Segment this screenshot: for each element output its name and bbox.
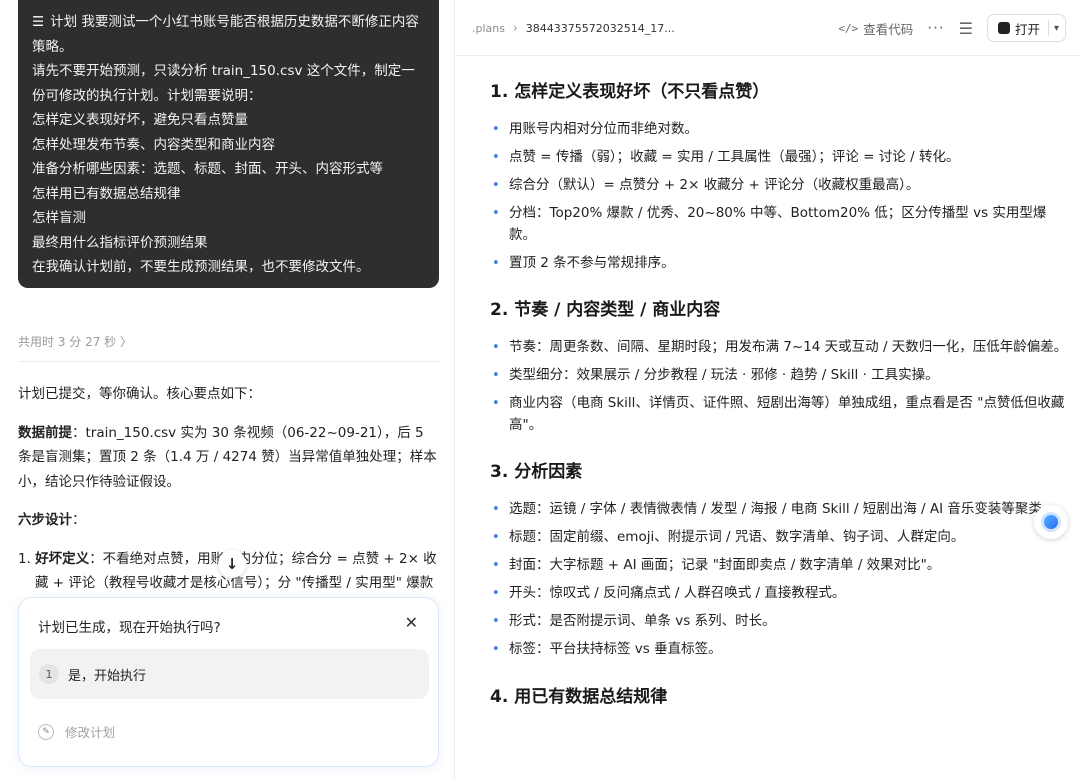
prompt-line: ☰ 计划 我要测试一个小红书账号能否根据历史数据不断修正内容策略。 — [32, 14, 419, 55]
option-label: 修改计划 — [65, 725, 116, 740]
app-icon — [997, 22, 1010, 34]
divider — [18, 361, 439, 362]
option-label: 是，开始执行 — [68, 668, 147, 684]
list-item: • 商业内容（电商 Skill、详情页、证件照、短剧出海等）单独成组，重点看是否 … — [492, 395, 1065, 433]
prompt-line: 最终用什么指标评价预测结果 — [32, 234, 208, 251]
prompt-line: 怎样处理发布节奏、内容类型和商业内容 — [32, 136, 275, 153]
list-item: • 置顶 2 条不参与常规排序。 — [492, 254, 675, 271]
modify-plan-option[interactable]: ✎ 修改计划 — [38, 722, 115, 741]
list-item: • 点赞 = 传播（弱）；收藏 = 实用 / 工具属性（最强）；评论 = 讨论 /… — [492, 149, 960, 165]
prompt-line: 怎样盲测 — [32, 210, 86, 226]
section-heading: 2. 节奏 / 内容类型 / 商业内容 — [490, 300, 721, 320]
list-item: • 节奏：周更条数、间隔、星期时段；用发布满 7~14 天或互动 / 天数归一化，… — [492, 339, 1068, 355]
user-prompt-bubble: ☰ 计划 我要测试一个小红书账号能否根据历史数据不断修正内容策略。 请先不要开始预… — [18, 0, 439, 288]
prompt-line: 份可修改的执行计划。计划需要说明： — [32, 87, 262, 104]
view-code-button[interactable]: </> 查看代码 — [838, 19, 913, 38]
section-heading: 4. 用已有数据总结规律 — [490, 686, 668, 707]
option-number: 1 — [39, 664, 59, 684]
prompt-line: 准备分析哪些因素：选题、标题、封面、开头、内容形式等 — [32, 161, 383, 177]
list-icon: ☰ — [32, 14, 45, 30]
breadcrumb-file[interactable]: 38443375572032514_17... — [526, 22, 675, 35]
more-options-button[interactable]: ··· — [927, 19, 944, 37]
pencil-icon: ✎ — [38, 723, 54, 740]
elapsed-time-toggle[interactable]: 共用时 3 分 27 秒 〉 — [18, 333, 132, 350]
list-item: • 类型细分：效果展示 / 分步教程 / 玩法 · 邪修 · 趋势 / Skill… — [492, 367, 939, 383]
arrow-down-icon: ↓ — [225, 555, 239, 573]
list-item: • 标签：平台扶持标签 vs 垂直标签。 — [492, 641, 722, 657]
breadcrumb-folder[interactable]: .plans — [472, 22, 505, 35]
section-heading: 1. 怎样定义表现好坏（不只看点赞） — [490, 82, 770, 102]
divider — [1047, 20, 1049, 36]
bullet-list: • 节奏：周更条数、间隔、星期时段；用发布满 7~14 天或互动 / 天数归一化，… — [490, 337, 1070, 436]
list-item: • 用账号内相对分位而非绝对数。 — [492, 121, 698, 137]
list-item: • 封面：大字标题 + AI 画面；记录 "封面即卖点 / 数字清单 / 效果对比… — [492, 557, 941, 573]
list-item: • 开头：惊叹式 / 反问痛点式 / 人群召唤式 / 直接教程式。 — [492, 585, 846, 601]
section-heading: 3. 分析因素 — [490, 462, 583, 482]
toolbar-actions: </> 查看代码 ··· ☰ 打开 ▾ — [838, 14, 1066, 42]
assistant-orb-icon — [1041, 512, 1061, 532]
code-icon: </> — [838, 21, 859, 35]
outline-icon[interactable]: ☰ — [959, 19, 973, 38]
start-execution-option[interactable]: 1 是，开始执行 — [30, 649, 429, 699]
breadcrumb: .plans › 38443375572032514_17... — [472, 21, 675, 35]
plan-confirm-card: 计划已生成，现在开始执行吗? ✕ 1 是，开始执行 ✎ 修改计划 — [18, 597, 439, 767]
bullet-list: • 用账号内相对分位而非绝对数。 • 点赞 = 传播（弱）；收藏 = 实用 / 工具… — [490, 119, 1070, 274]
list-item: • 分档：Top20% 爆款 / 优秀、20~80% 中等、Bottom20% 低… — [492, 205, 1047, 243]
list-item: • 形式：是否附提示词、单条 vs 系列、时长。 — [492, 613, 776, 629]
bullet-list: • 选题：运镜 / 字体 / 表情微表情 / 发型 / 海报 / 电商 Skill… — [490, 499, 1070, 661]
list-item: • 选题：运镜 / 字体 / 表情微表情 / 发型 / 海报 / 电商 Skill… — [492, 501, 1056, 517]
data-premise: 数据前提：train_150.csv 实为 30 条视频（06-22~09-21… — [18, 424, 437, 490]
document-pane: .plans › 38443375572032514_17... </> 查看代… — [456, 0, 1080, 780]
open-button[interactable]: 打开 ▾ — [986, 14, 1066, 42]
list-item: • 标题：固定前缀、emoji、附提示词 / 咒语、数字清单、钩子词、人群定向。 — [492, 529, 965, 545]
list-item: • 综合分（默认）= 点赞分 + 2× 收藏分 + 评论分（收藏权重最高）。 — [492, 177, 920, 193]
scroll-down-button[interactable]: ↓ — [218, 550, 246, 578]
document-toolbar: .plans › 38443375572032514_17... </> 查看代… — [456, 0, 1080, 56]
plan-document: 1. 怎样定义表现好坏（不只看点赞） • 用账号内相对分位而非绝对数。 • 点赞 =… — [490, 78, 1070, 724]
chevron-down-icon[interactable]: ▾ — [1054, 23, 1059, 34]
six-steps-heading: 六步设计： — [18, 512, 86, 528]
close-icon[interactable]: ✕ — [405, 613, 418, 632]
reply-intro: 计划已提交，等你确认。核心要点如下： — [18, 386, 261, 402]
chat-pane: ☰ 计划 我要测试一个小红书账号能否根据历史数据不断修正内容策略。 请先不要开始预… — [0, 0, 455, 780]
assistant-float-button[interactable] — [1034, 505, 1068, 539]
prompt-line: 在我确认计划前，不要生成预测结果，也不要修改文件。 — [32, 259, 370, 275]
chevron-right-icon: › — [512, 21, 518, 35]
confirm-question: 计划已生成，现在开始执行吗? — [38, 620, 221, 636]
prompt-line: 请先不要开始预测，只读分析 train_150.csv 这个文件，制定一 — [32, 63, 415, 79]
prompt-line: 怎样用已有数据总结规律 — [32, 185, 181, 202]
prompt-line: 怎样定义表现好坏，避免只看点赞量 — [32, 112, 248, 128]
